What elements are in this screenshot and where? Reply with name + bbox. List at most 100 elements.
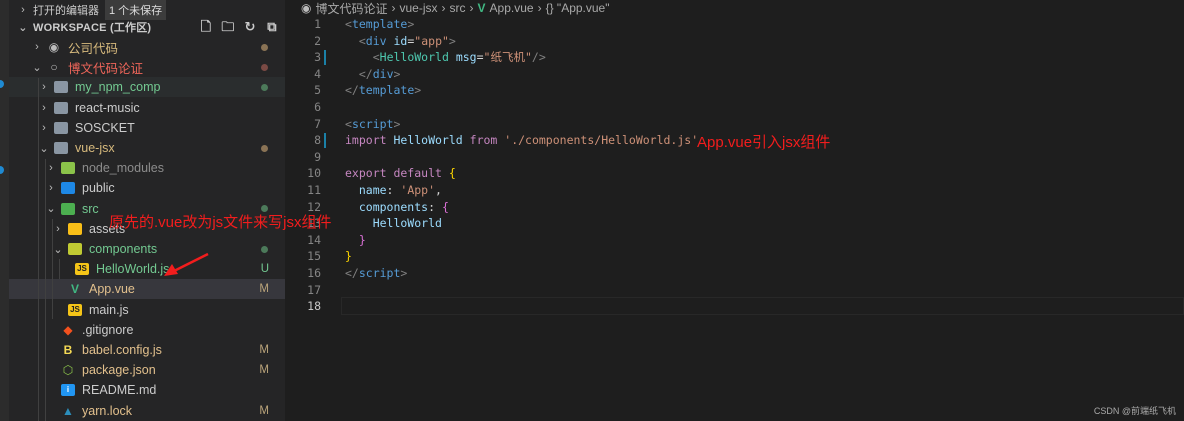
chevron-right-icon: › bbox=[49, 162, 53, 175]
code-line[interactable]: 16 </script> bbox=[285, 265, 1184, 282]
code-line[interactable]: 12 components: { bbox=[285, 199, 1184, 216]
chevron-right-icon: › bbox=[35, 41, 39, 53]
tree-item[interactable]: V App.vue M bbox=[9, 279, 285, 300]
tree-item[interactable]: i README.md bbox=[9, 380, 285, 400]
chevron-down-icon: ⌄ bbox=[32, 61, 42, 74]
code-line[interactable]: 11 name: 'App', bbox=[285, 182, 1184, 199]
code-token: > bbox=[400, 266, 408, 280]
tree-item[interactable]: Bbabel.config.js M bbox=[9, 340, 285, 360]
line-number: 6 bbox=[314, 100, 321, 114]
breadcrumb-item[interactable]: vue-jsx bbox=[400, 1, 438, 15]
code-token: = bbox=[476, 50, 484, 65]
code-text: <div id="app"> bbox=[345, 33, 456, 50]
code-text: </script> bbox=[345, 265, 407, 282]
code-text: HelloWorld bbox=[345, 215, 442, 232]
breadcrumb-separator: › bbox=[391, 1, 396, 15]
chevron-down-icon: ⌄ bbox=[46, 203, 56, 216]
workspace-icon: ◉ bbox=[301, 1, 312, 15]
modified-line-marker bbox=[324, 50, 326, 66]
code-line[interactable]: 4 </div> bbox=[285, 66, 1184, 83]
line-number: 16 bbox=[307, 266, 321, 280]
line-number: 17 bbox=[307, 282, 321, 297]
tree-item-label: README.md bbox=[82, 383, 157, 398]
code-line[interactable]: 1 <template> bbox=[285, 16, 1184, 33]
code-token: < bbox=[345, 17, 352, 31]
git-icon: ◆ bbox=[63, 322, 73, 337]
breadcrumb-item[interactable]: {} "App.vue" bbox=[546, 1, 610, 15]
git-status-dot bbox=[261, 245, 268, 253]
tree-item-label: my_npm_comp bbox=[75, 80, 161, 95]
tree-item[interactable]: › public bbox=[9, 178, 285, 198]
code-line[interactable]: 3 <HelloWorld msg="纸飞机"/> bbox=[285, 49, 1184, 66]
tree-item[interactable]: ◆ .gitignore bbox=[9, 320, 285, 340]
tree-item-label: react-music bbox=[75, 100, 140, 115]
line-number: 15 bbox=[307, 249, 321, 264]
chevron-down-icon: ⌄ bbox=[18, 21, 28, 34]
tree-item-label: babel.config.js bbox=[82, 343, 162, 357]
code-line[interactable]: 7 <script> bbox=[285, 116, 1184, 133]
code-token: > bbox=[414, 83, 422, 98]
code-token: > bbox=[393, 66, 401, 81]
code-line[interactable]: 6 bbox=[285, 99, 1184, 116]
tree-item[interactable]: ▲ yarn.lock M bbox=[9, 401, 285, 421]
tree-item[interactable]: ⬡ package.json M bbox=[9, 360, 285, 380]
line-number: 3 bbox=[314, 50, 321, 65]
tree-item[interactable]: ⌄ vue-jsx bbox=[9, 138, 285, 158]
tree-item-label: package.json bbox=[82, 363, 156, 378]
code-line[interactable]: 15} bbox=[285, 248, 1184, 265]
radio-on-icon: ◉ bbox=[48, 40, 60, 54]
line-number: 2 bbox=[314, 33, 321, 48]
code-token: template bbox=[351, 17, 408, 31]
assets-folder-icon bbox=[68, 222, 82, 235]
code-line[interactable]: 14 } bbox=[285, 232, 1184, 249]
tree-item[interactable]: › ◉ 公司代码 bbox=[9, 37, 285, 57]
chevron-down-icon: ⌄ bbox=[39, 142, 49, 155]
vue-file-icon: V bbox=[477, 1, 486, 15]
code-token: components bbox=[345, 199, 429, 214]
tree-item[interactable]: ⌄ components bbox=[9, 239, 285, 259]
breadcrumb-item[interactable]: src bbox=[450, 1, 466, 15]
chevron-down-icon: ⌄ bbox=[53, 243, 63, 256]
code-line[interactable]: 17 bbox=[285, 282, 1184, 299]
code-line[interactable]: 18 bbox=[285, 298, 1184, 315]
code-token: "纸飞机" bbox=[483, 50, 532, 65]
tree-item[interactable]: ⌄ ○ 博文代码论证 bbox=[9, 57, 285, 77]
indent-guide bbox=[52, 219, 53, 319]
new-file-icon[interactable]: 🗋 bbox=[199, 20, 213, 34]
git-status-dot bbox=[261, 83, 268, 91]
code-editor[interactable]: ◉ 博文代码论证 › vue-jsx › src › V App.vue ›{} "App.vue… bbox=[285, 0, 1184, 421]
tree-item[interactable]: JS main.js bbox=[9, 300, 285, 320]
code-text: </div> bbox=[345, 66, 401, 83]
code-token: template bbox=[358, 83, 415, 98]
line-number: 11 bbox=[307, 183, 321, 197]
breadcrumb-item[interactable]: 博文代码论证 bbox=[315, 0, 387, 17]
code-line[interactable]: 2 <div id="app"> bbox=[285, 33, 1184, 50]
refresh-icon[interactable]: ↻ bbox=[243, 20, 257, 34]
code-text: export default { bbox=[345, 165, 456, 182]
git-status: M bbox=[259, 404, 269, 417]
tree-item[interactable]: › react-music bbox=[9, 98, 285, 118]
collapse-all-icon[interactable]: ⧉ bbox=[265, 20, 279, 34]
tree-item[interactable]: › my_npm_comp bbox=[9, 77, 285, 98]
tree-item[interactable]: JS HelloWorld.js U bbox=[9, 259, 285, 279]
tree-item[interactable]: › node_modules bbox=[9, 158, 285, 178]
code-line[interactable]: 13 HelloWorld bbox=[285, 215, 1184, 232]
workspace-section[interactable]: ⌄ WORKSPACE (工作区) 🗋 🗀 ↻ ⧉ bbox=[9, 17, 285, 37]
public-folder-icon bbox=[61, 182, 75, 195]
breadcrumb-item[interactable]: App.vue bbox=[490, 1, 534, 15]
watermark: CSDN @前端纸飞机 bbox=[1093, 406, 1176, 416]
code-line[interactable]: 10 export default { bbox=[285, 165, 1184, 182]
code-token: : bbox=[428, 199, 442, 214]
new-folder-icon[interactable]: 🗀 bbox=[221, 20, 235, 34]
code-line[interactable]: 5 </template> bbox=[285, 82, 1184, 99]
code-token: HelloWorld bbox=[386, 133, 470, 148]
code-token: from bbox=[469, 133, 498, 148]
chevron-right-icon: › bbox=[49, 182, 53, 195]
breadcrumb-separator: › bbox=[469, 1, 474, 15]
code-token: 'App' bbox=[400, 183, 436, 197]
tree-item[interactable]: › SOSCKET bbox=[9, 118, 285, 138]
code-text: import HelloWorld from './components/Hel… bbox=[345, 132, 698, 149]
code-token: script bbox=[358, 266, 401, 280]
